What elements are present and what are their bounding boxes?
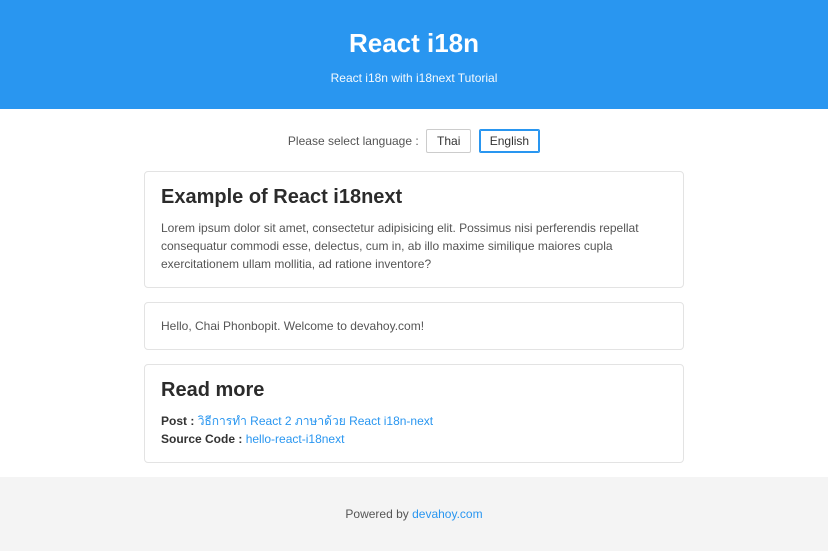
readmore-card: Read more Post : วิธีการทำ React 2 ภาษาด… xyxy=(144,364,684,463)
page-header: React i18n React i18n with i18next Tutor… xyxy=(0,0,828,109)
readmore-source-row: Source Code : hello-react-i18next xyxy=(161,430,667,448)
page-subtitle: React i18n with i18next Tutorial xyxy=(0,71,828,85)
readmore-post-row: Post : วิธีการทำ React 2 ภาษาด้วย React … xyxy=(161,412,667,430)
readmore-source-link[interactable]: hello-react-i18next xyxy=(246,432,345,446)
page-footer: Powered by devahoy.com xyxy=(0,477,828,551)
page-title: React i18n xyxy=(0,28,828,59)
readmore-post-link[interactable]: วิธีการทำ React 2 ภาษาด้วย React i18n-ne… xyxy=(198,414,433,428)
language-button-thai[interactable]: Thai xyxy=(426,129,471,153)
language-prompt: Please select language : xyxy=(288,134,419,148)
example-title: Example of React i18next xyxy=(161,186,667,209)
example-card: Example of React i18next Lorem ipsum dol… xyxy=(144,171,684,288)
readmore-post-label: Post : xyxy=(161,414,194,428)
readmore-title: Read more xyxy=(161,379,667,402)
language-selector: Please select language : Thai English xyxy=(144,129,684,153)
footer-text: Powered by xyxy=(345,507,412,521)
language-button-english[interactable]: English xyxy=(479,129,540,153)
readmore-source-label: Source Code : xyxy=(161,432,242,446)
greeting-text: Hello, Chai Phonbopit. Welcome to devaho… xyxy=(161,317,667,335)
footer-link[interactable]: devahoy.com xyxy=(412,507,482,521)
example-body: Lorem ipsum dolor sit amet, consectetur … xyxy=(161,219,667,273)
main-content: Please select language : Thai English Ex… xyxy=(144,109,684,477)
greeting-card: Hello, Chai Phonbopit. Welcome to devaho… xyxy=(144,302,684,350)
